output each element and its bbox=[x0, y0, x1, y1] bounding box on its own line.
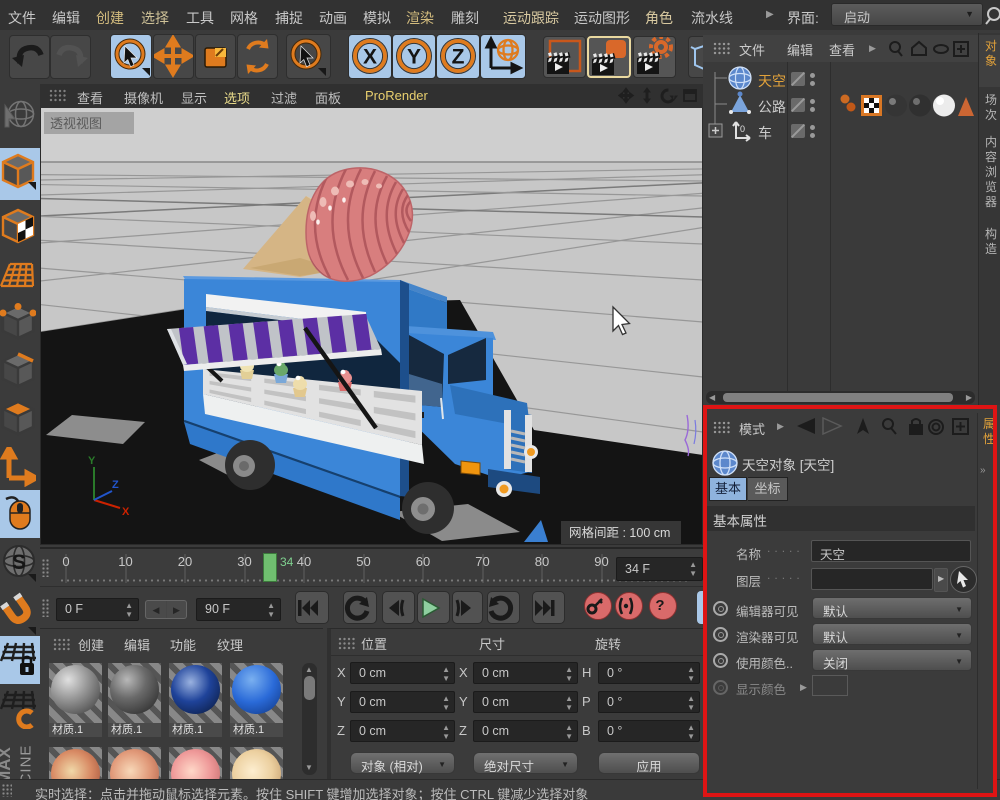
svg-text:网格间距 : 100 cm: 网格间距 : 100 cm bbox=[569, 525, 670, 540]
svg-text:Y: Y bbox=[407, 46, 421, 69]
svg-text:S: S bbox=[12, 551, 26, 574]
svg-text:Z: Z bbox=[112, 479, 119, 491]
svg-text:Z: Z bbox=[452, 46, 465, 69]
svg-text:Y: Y bbox=[88, 455, 96, 467]
svg-text:?: ? bbox=[655, 597, 664, 614]
svg-text:X: X bbox=[122, 506, 130, 518]
svg-text:0: 0 bbox=[740, 124, 745, 134]
svg-text:透视视图: 透视视图 bbox=[50, 116, 102, 131]
svg-text:X: X bbox=[363, 46, 377, 69]
